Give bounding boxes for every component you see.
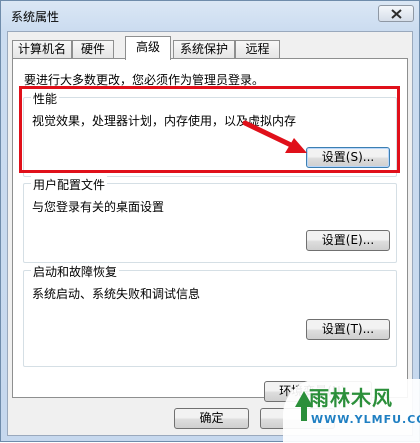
- tab-hardware[interactable]: 硬件: [72, 40, 114, 59]
- watermark-text: 雨林木风: [309, 386, 393, 410]
- system-properties-window: 系统属性 计算机名 硬件 高级 系统保护 远程 要进行大多数更改，您必须作为管理…: [0, 0, 420, 443]
- tab-remote[interactable]: 远程: [235, 40, 280, 59]
- tab-system-protection[interactable]: 系统保护: [173, 40, 235, 59]
- user-profiles-desc: 与您登录有关的桌面设置: [32, 200, 165, 214]
- tab-computer-name[interactable]: 计算机名: [12, 40, 72, 59]
- watermark-url: WWW.YLMFU.COM: [311, 413, 420, 426]
- ok-button[interactable]: 确定: [174, 408, 249, 429]
- user-profiles-title: 用户配置文件: [31, 176, 108, 193]
- startup-recovery-group: 启动和故障恢复 系统启动、系统失败和调试信息 设置(T)...: [23, 263, 397, 367]
- startup-recovery-settings-button[interactable]: 设置(T)...: [306, 319, 390, 340]
- watermark-badge: 雨林木风 WWW.YLMFU.COM: [283, 379, 420, 443]
- user-profiles-group: 用户配置文件 与您登录有关的桌面设置 设置(E)...: [23, 176, 397, 263]
- startup-recovery-title: 启动和故障恢复: [31, 263, 120, 280]
- annotation-arrow-icon: [242, 120, 307, 153]
- startup-recovery-desc: 系统启动、系统失败和调试信息: [32, 287, 201, 301]
- user-profiles-settings-button[interactable]: 设置(E)...: [306, 230, 390, 251]
- title-bar: 系统属性: [1, 1, 419, 29]
- annotation-highlight-box: [19, 86, 400, 173]
- close-icon: [391, 9, 402, 19]
- close-button[interactable]: [378, 5, 414, 22]
- tab-advanced[interactable]: 高级: [125, 36, 171, 60]
- window-title: 系统属性: [11, 10, 60, 24]
